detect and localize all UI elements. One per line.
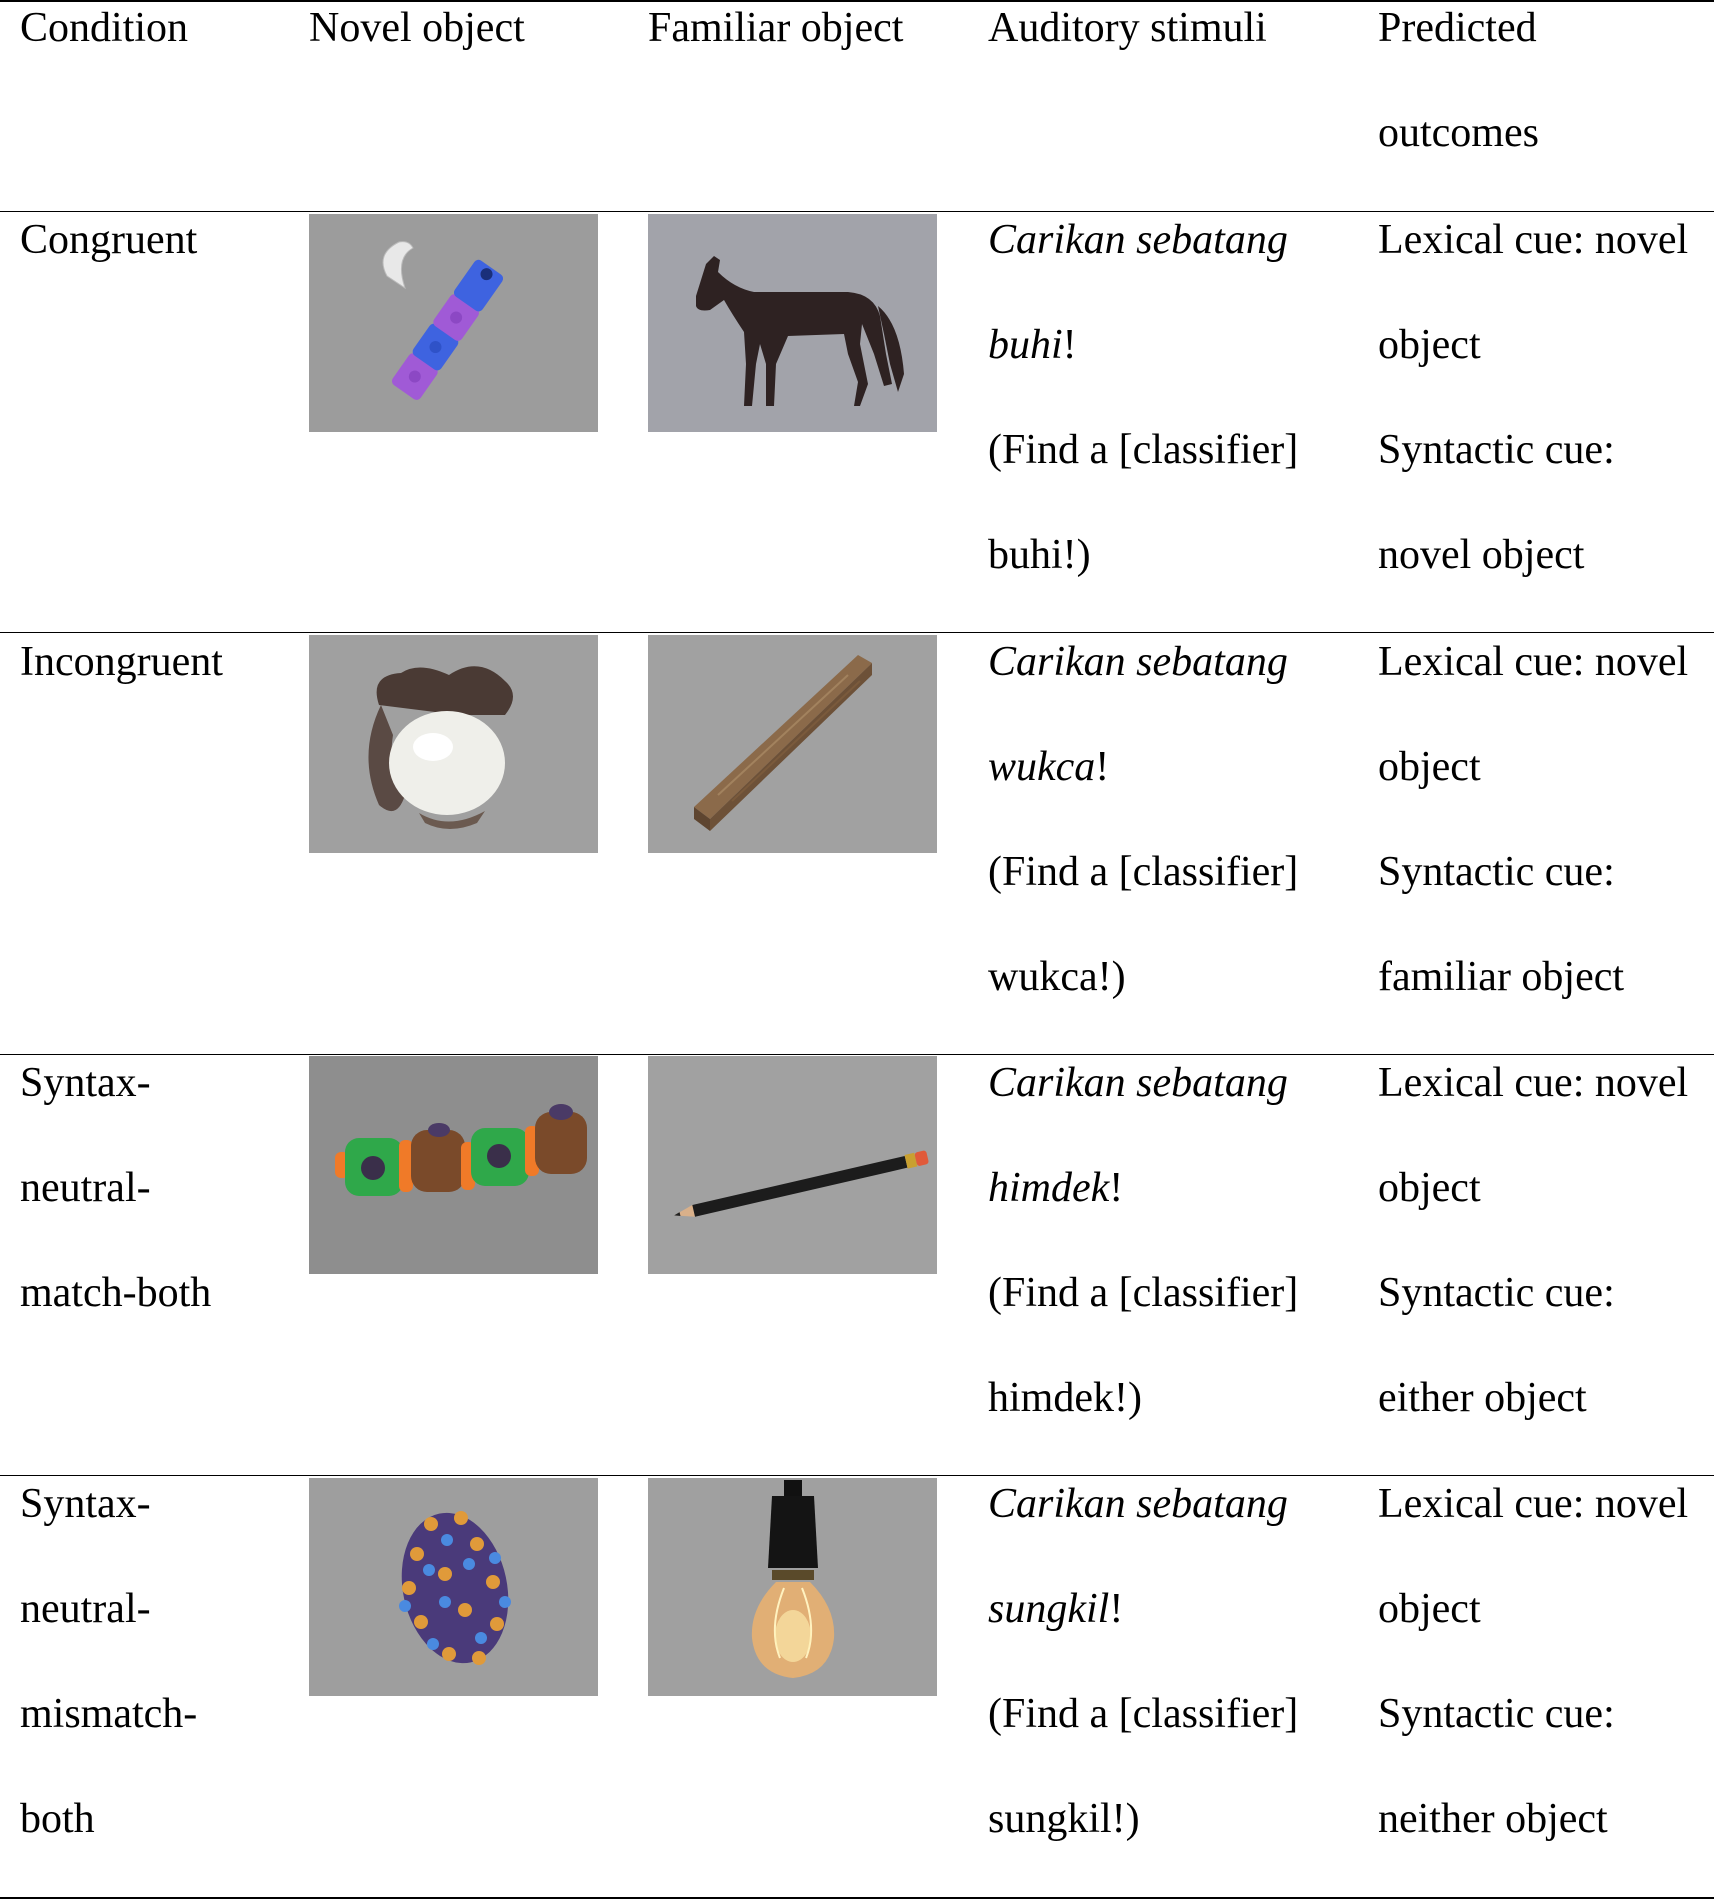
row-condition: Incongruent [20,639,223,685]
purple-spiky-egg-icon [399,1511,511,1665]
table-bottom-rule [0,1897,1714,1899]
familiar-object-image [648,214,937,432]
header-condition: Condition [20,5,189,51]
header-familiar-object: Familiar object [648,5,904,51]
predicted-outcome: Lexical cue: novel object Syntactic cue:… [1378,1060,1689,1421]
stimuli-table: Condition Novel object Familiar object A… [0,0,1714,1903]
header-auditory-stimuli: Auditory stimuli [988,5,1267,51]
predicted-outcome: Lexical cue: novel object Syntactic cue:… [1378,639,1689,1000]
auditory-stimulus: Carikan sebatang buhi! (Find a [classifi… [988,217,1299,578]
novel-object-image [309,1056,598,1274]
novel-object-image [309,214,598,432]
blue-purple-block-tool-icon [382,241,504,400]
pencil-icon [674,1150,929,1217]
wooden-plank-icon [694,655,872,831]
predicted-outcome: Lexical cue: novel object Syntactic cue:… [1378,1481,1689,1842]
auditory-stimulus: Carikan sebatang sungkil! (Find a [class… [988,1481,1299,1842]
novel-object-image [309,1478,598,1696]
horse-icon [696,256,904,406]
row-condition: Congruent [20,217,198,263]
light-bulb-icon [751,1480,835,1678]
auditory-stimulus: Carikan sebatang wukca! (Find a [classif… [988,639,1299,1000]
header-novel-object: Novel object [309,5,525,51]
row-condition: Syntax- neutral- mismatch- both [20,1481,198,1842]
familiar-object-image [648,1056,937,1274]
header-predicted-outcomes: Predicted outcomes [1378,5,1539,156]
white-bulb-rootlike-object-icon [368,666,513,829]
predicted-outcome: Lexical cue: novel object Syntactic cue:… [1378,217,1689,578]
familiar-object-image [648,635,937,853]
auditory-stimulus: Carikan sebatang himdek! (Find a [classi… [988,1060,1299,1421]
familiar-object-image [648,1478,937,1696]
novel-object-image [309,635,598,853]
row-condition: Syntax- neutral- match-both [20,1060,212,1316]
green-brown-bead-chain-icon [335,1104,587,1196]
